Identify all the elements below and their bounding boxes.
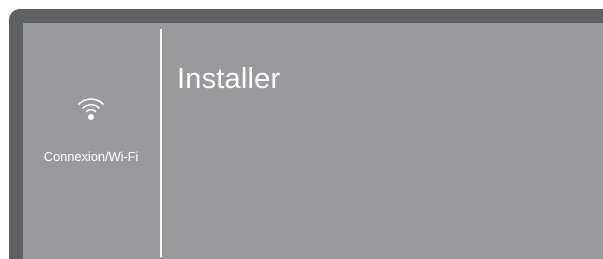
sidebar-item-connexion-wifi[interactable]: Connexion/Wi-Fi bbox=[23, 23, 159, 259]
sidebar-item-label: Connexion/Wi-Fi bbox=[43, 149, 139, 164]
wifi-icon bbox=[76, 95, 106, 121]
vertical-divider bbox=[160, 29, 162, 257]
installer-title[interactable]: Installer bbox=[177, 63, 280, 96]
display-screen: Connexion/Wi-Fi Installer bbox=[23, 23, 603, 259]
device-frame: Connexion/Wi-Fi Installer bbox=[9, 9, 603, 259]
